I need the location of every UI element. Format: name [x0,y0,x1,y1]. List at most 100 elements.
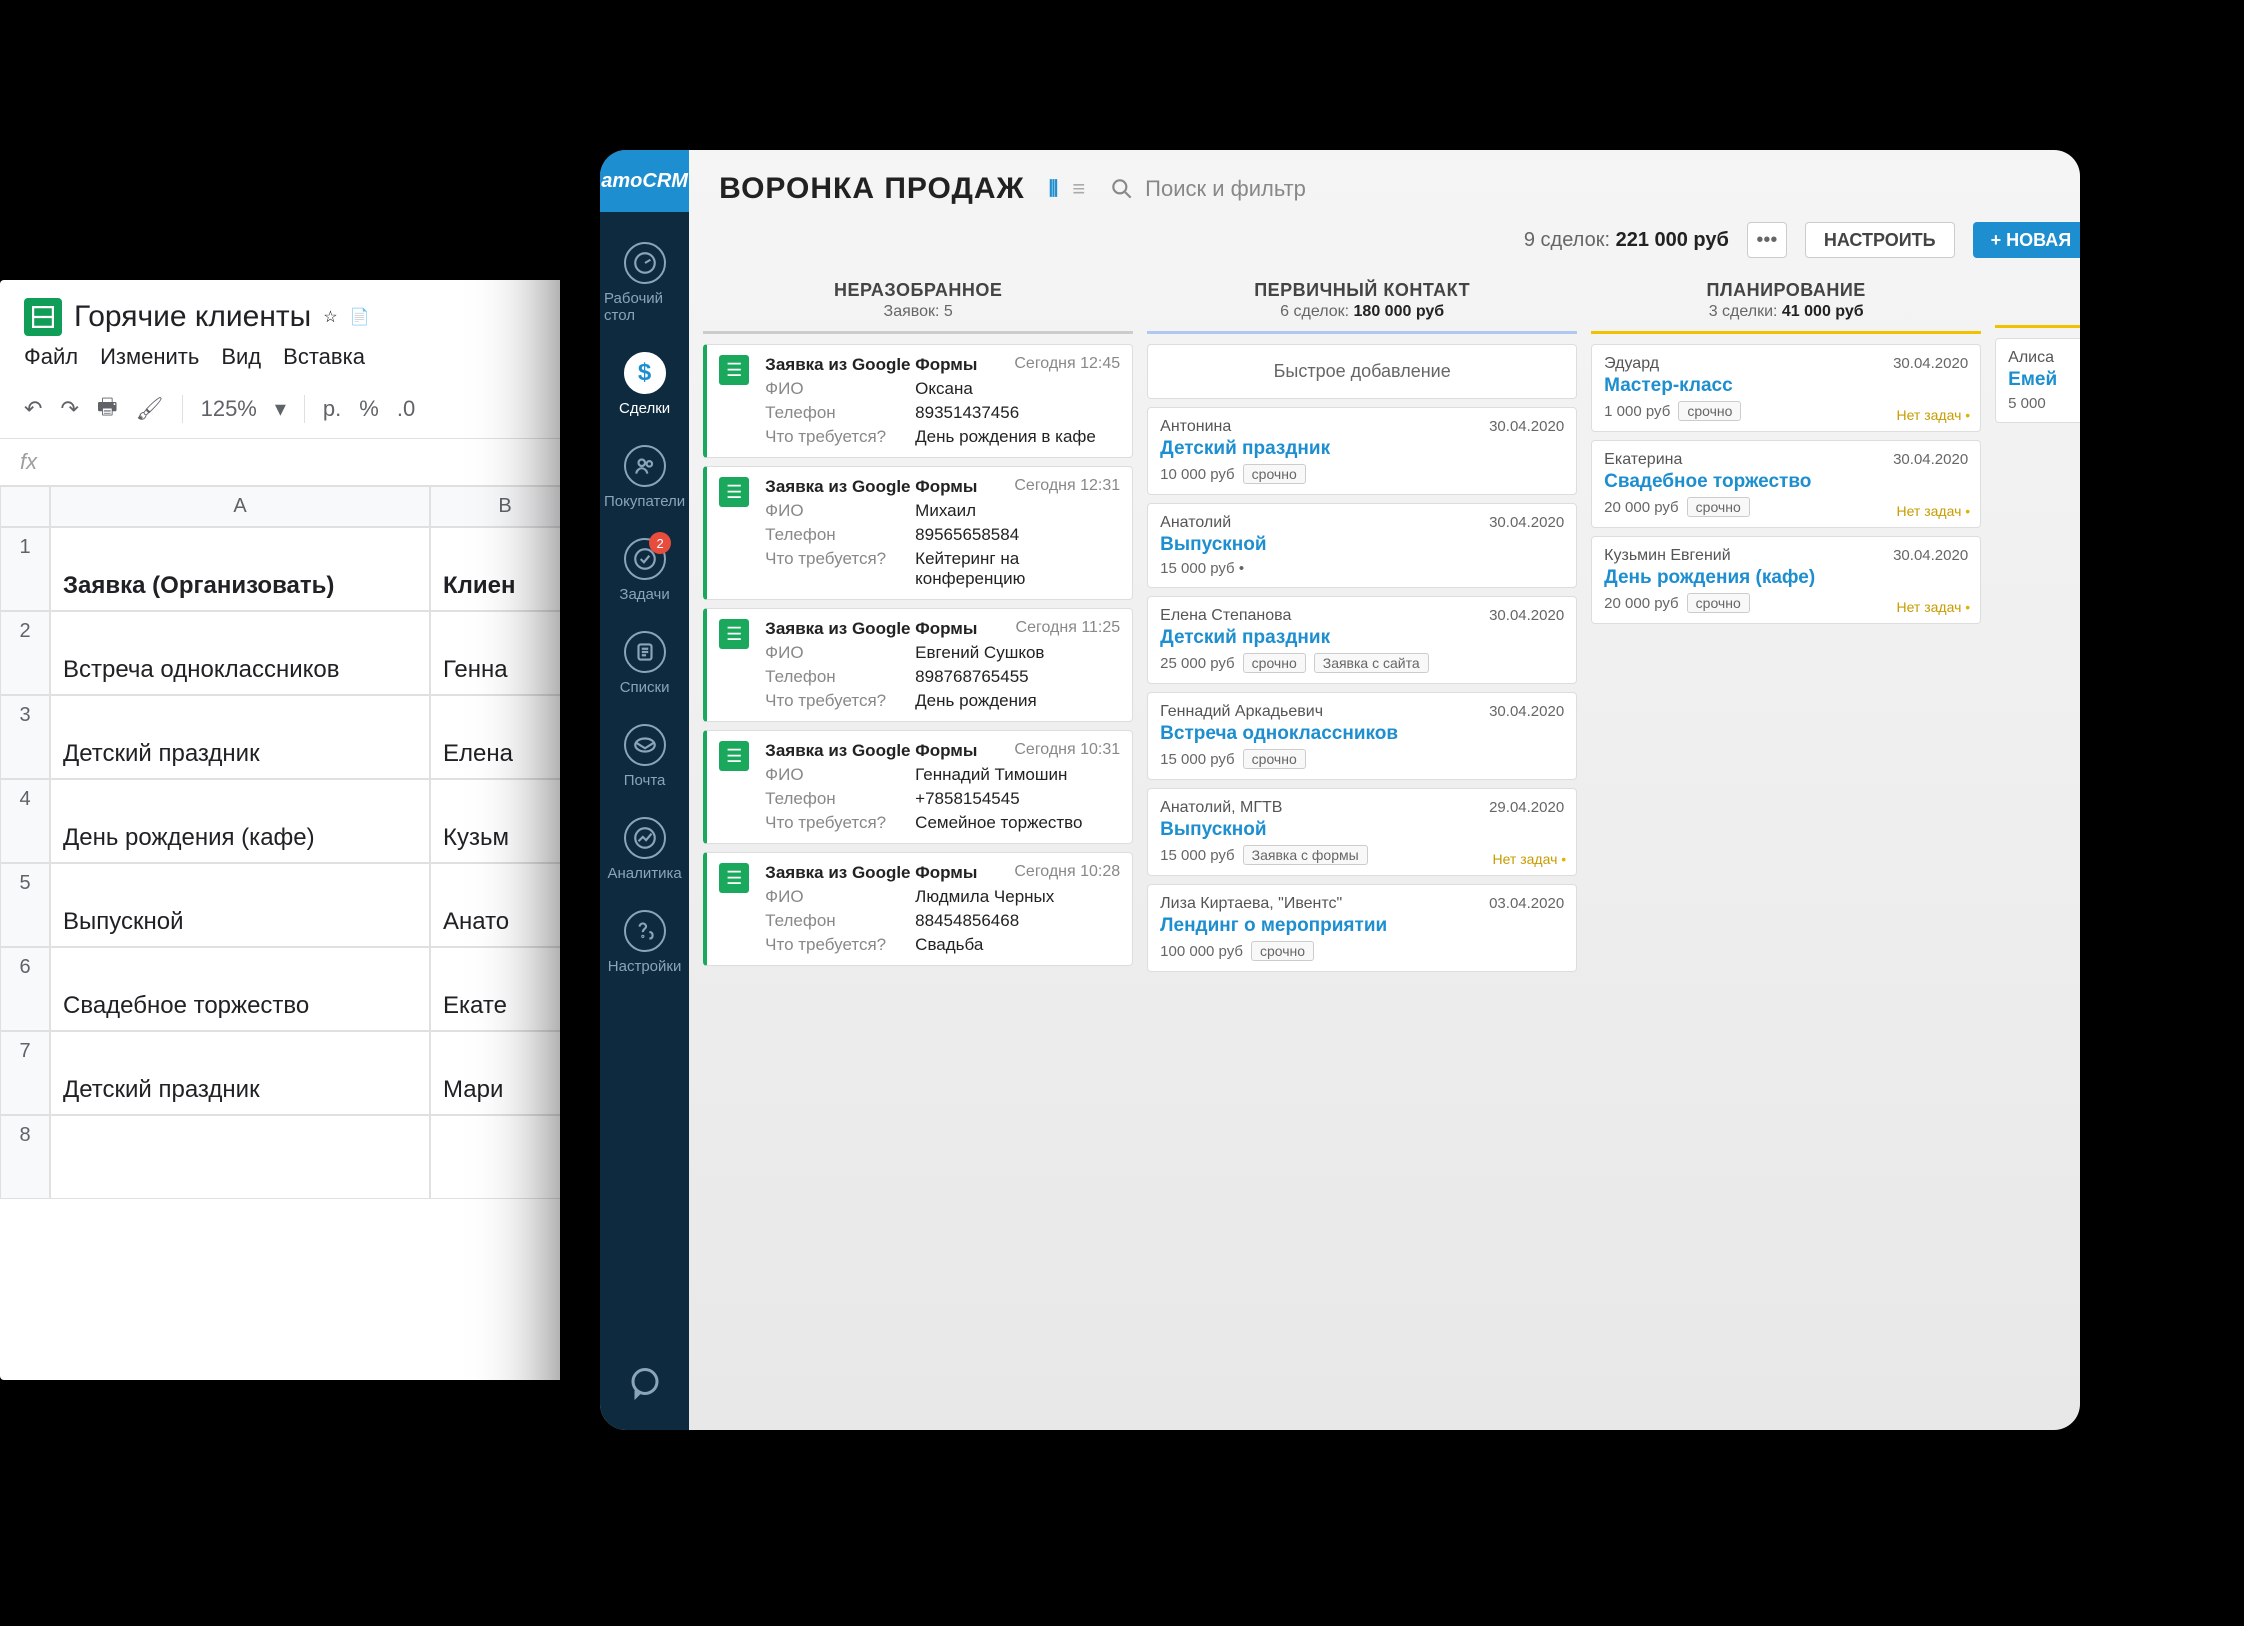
deal-tag: срочно [1678,401,1741,421]
deal-card[interactable]: Алиса Емей 5 000 [1995,338,2080,423]
cell[interactable] [430,1115,580,1199]
sheets-toolbar: ↶ ↷ 🖶 🖌 125%▾ р. % .0 [0,380,580,439]
lead-card[interactable]: ☰ Заявка из Google Формы Сегодня 10:28 Ф… [703,852,1133,966]
decimal-label[interactable]: .0 [397,396,415,422]
menu-edit[interactable]: Изменить [100,344,199,370]
header-cell-b[interactable]: Клиен [430,527,580,611]
field-label: Что требуется? [765,935,905,955]
deal-card[interactable]: Геннадий Аркадьевич Встреча одноклассник… [1147,692,1577,780]
quick-add-card[interactable]: Быстрое добавление [1147,344,1577,399]
percent-label[interactable]: % [359,396,379,422]
sheets-doc-title[interactable]: Горячие клиенты [74,300,311,334]
deal-card[interactable]: Анатолий, МГТВ Выпускной 15 000 рубЗаявк… [1147,788,1577,876]
col-a-header[interactable]: A [50,486,430,527]
deal-name: Лендинг о мероприятии [1160,915,1564,937]
nav-settings[interactable]: Настройки [600,900,689,985]
deal-card[interactable]: Анатолий Выпускной 15 000 руб • 30.04.20… [1147,503,1577,588]
deal-price: 5 000 [2008,395,2046,412]
menu-view[interactable]: Вид [221,344,261,370]
lead-card[interactable]: ☰ Заявка из Google Формы Сегодня 12:45 Ф… [703,344,1133,458]
row-header[interactable]: 4 [0,779,50,863]
configure-button[interactable]: НАСТРОИТЬ [1805,222,1955,258]
cell[interactable]: Екате [430,947,580,1031]
field-label: ФИО [765,765,905,785]
deals-summary: 9 сделок: 221 000 руб [1524,229,1729,252]
more-button[interactable]: ••• [1747,222,1787,258]
col-b-header[interactable]: B [430,486,580,527]
row-header[interactable]: 8 [0,1115,50,1199]
nav-mail[interactable]: Почта [600,714,689,799]
cell[interactable]: Свадебное торжество [50,947,430,1031]
cell[interactable]: Встреча одноклассников [50,611,430,695]
column-extra: Алиса Емей 5 000 [1995,274,2080,1430]
cell[interactable]: Детский праздник [50,1031,430,1115]
deal-card[interactable]: Елена Степанова Детский праздник 25 000 … [1147,596,1577,684]
new-deal-button[interactable]: + НОВАЯ [1973,222,2080,258]
deal-date: 03.04.2020 [1489,895,1564,912]
nav-tasks[interactable]: 2 Задачи [600,528,689,613]
crm-sidebar: amoCRM Рабочий стол Сделки Покупатели 2 [600,150,689,1430]
lead-fio: Михаил [915,501,1120,521]
cell[interactable]: День рождения (кафе) [50,779,430,863]
currency-label[interactable]: р. [323,396,341,422]
print-icon[interactable]: 🖶 [97,390,118,428]
nav-buyers[interactable]: Покупатели [600,435,689,520]
cell[interactable]: Генна [430,611,580,695]
chat-icon[interactable] [603,1341,687,1430]
star-icon[interactable]: ☆ [323,307,337,327]
deal-card[interactable]: Лиза Киртаева, "Ивентс" Лендинг о меропр… [1147,884,1577,972]
nav-deals[interactable]: Сделки [600,342,689,427]
lead-card[interactable]: ☰ Заявка из Google Формы Сегодня 11:25 Ф… [703,608,1133,722]
list-view-icon[interactable]: ≡ [1072,176,1085,202]
undo-icon[interactable]: ↶ [24,396,42,422]
cell[interactable]: Кузьм [430,779,580,863]
field-label: Телефон [765,911,905,931]
row-1-header[interactable]: 1 [0,527,50,611]
nav-label: Списки [620,679,670,696]
lead-card[interactable]: ☰ Заявка из Google Формы Сегодня 10:31 Ф… [703,730,1133,844]
nav-lists[interactable]: Списки [600,621,689,706]
nav-dashboard[interactable]: Рабочий стол [600,232,689,334]
cell[interactable]: Детский праздник [50,695,430,779]
nav-analytics[interactable]: Аналитика [600,807,689,892]
deal-card[interactable]: Кузьмин Евгений День рождения (кафе) 20 … [1591,536,1981,624]
deal-card[interactable]: Екатерина Свадебное торжество 20 000 руб… [1591,440,1981,528]
deal-card[interactable]: Антонина Детский праздник 10 000 рубсроч… [1147,407,1577,495]
deal-date: 29.04.2020 [1489,799,1564,816]
row-header[interactable]: 7 [0,1031,50,1115]
deal-card[interactable]: Эдуард Мастер-класс 1 000 рубсрочно 30.0… [1591,344,1981,432]
move-icon[interactable]: 📄 [350,307,370,327]
lead-time: Сегодня 10:28 [1014,863,1120,881]
cell[interactable]: Анато [430,863,580,947]
menu-file[interactable]: Файл [24,344,78,370]
formula-bar[interactable]: fx [0,439,580,486]
deal-price: 1 000 руб [1604,403,1670,420]
field-label: ФИО [765,643,905,663]
menu-insert[interactable]: Вставка [283,344,365,370]
cell[interactable]: Мари [430,1031,580,1115]
field-label: Что требуется? [765,427,905,447]
row-header[interactable]: 6 [0,947,50,1031]
paint-format-icon[interactable]: 🖌 [136,396,164,422]
cell[interactable]: Выпускной [50,863,430,947]
redo-icon[interactable]: ↷ [60,396,78,422]
zoom-select[interactable]: 125% [201,396,257,422]
search-placeholder: Поиск и фильтр [1145,176,1306,202]
row-header[interactable]: 2 [0,611,50,695]
kanban-view-icon[interactable]: ⦀ [1049,176,1059,202]
deal-tag: Заявка с сайта [1314,653,1429,673]
cell[interactable]: Елена [430,695,580,779]
corner-cell[interactable] [0,486,50,527]
deal-name: Выпускной [1160,534,1564,556]
cell[interactable] [50,1115,430,1199]
field-label: Телефон [765,403,905,423]
row-header[interactable]: 5 [0,863,50,947]
header-cell-a[interactable]: Заявка (Организовать) [50,527,430,611]
field-label: Что требуется? [765,691,905,711]
deal-tag: срочно [1687,497,1750,517]
kanban-board: НЕРАЗОБРАННОЕ Заявок: 5 ☰ Заявка из Goog… [689,274,2080,1430]
row-header[interactable]: 3 [0,695,50,779]
lead-card[interactable]: ☰ Заявка из Google Формы Сегодня 12:31 Ф… [703,466,1133,600]
search-input[interactable]: Поиск и фильтр [1109,176,2080,202]
crm-logo[interactable]: amoCRM [600,150,689,212]
